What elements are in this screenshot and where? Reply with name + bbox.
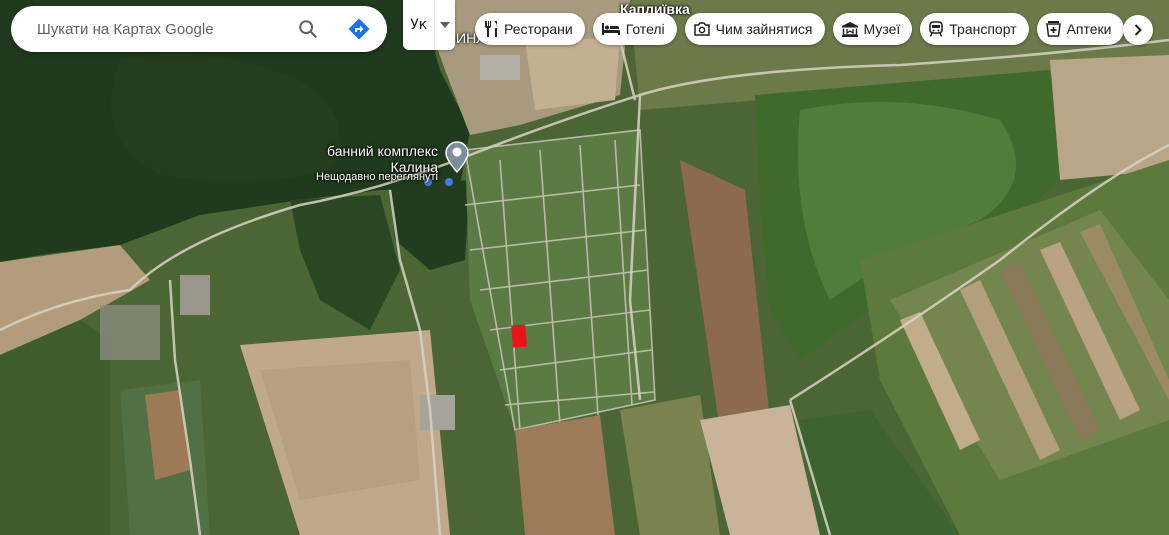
chip-pharmacies[interactable]: Аптеки <box>1036 13 1124 45</box>
transit-icon <box>929 21 944 37</box>
satellite-map[interactable] <box>0 0 1169 535</box>
chip-label: Чим зайнятися <box>715 21 813 37</box>
chip-label: Готелі <box>625 21 665 37</box>
chip-hotels[interactable]: Готелі <box>592 13 677 45</box>
chip-label: Ресторани <box>504 21 573 37</box>
chip-label: Аптеки <box>1066 21 1112 37</box>
search-input[interactable] <box>35 19 289 39</box>
chip-museums[interactable]: Музеї <box>832 13 913 45</box>
hotel-icon <box>601 23 620 35</box>
chip-restaurants[interactable]: Ресторани <box>475 13 585 45</box>
layer-label[interactable]: Ук <box>403 0 436 50</box>
layer-toggle[interactable]: Ук <box>403 0 455 50</box>
restaurant-icon <box>485 21 497 37</box>
camera-icon <box>693 22 710 36</box>
chip-things-to-do[interactable]: Чим зайнятися <box>684 13 825 45</box>
chevron-right-icon <box>1134 24 1142 36</box>
museum-icon <box>841 21 858 37</box>
category-chips: Ресторани Готелі Чим зайнятися Музеї Тра… <box>475 13 1124 45</box>
chevron-down-icon[interactable] <box>435 0 455 50</box>
chips-next-button[interactable] <box>1123 15 1153 45</box>
pharmacy-icon <box>1045 21 1061 37</box>
chip-label: Транспорт <box>949 21 1017 37</box>
chip-label: Музеї <box>863 21 901 37</box>
search-icon[interactable] <box>296 17 320 41</box>
marked-plot <box>511 324 527 348</box>
poi-status-label: Нещодавно переглянуті <box>316 171 439 183</box>
chip-transit[interactable]: Транспорт <box>920 13 1029 45</box>
search-box[interactable] <box>11 6 387 52</box>
poi-name-line1: банний комплекс <box>327 143 438 159</box>
directions-icon[interactable] <box>347 17 371 41</box>
